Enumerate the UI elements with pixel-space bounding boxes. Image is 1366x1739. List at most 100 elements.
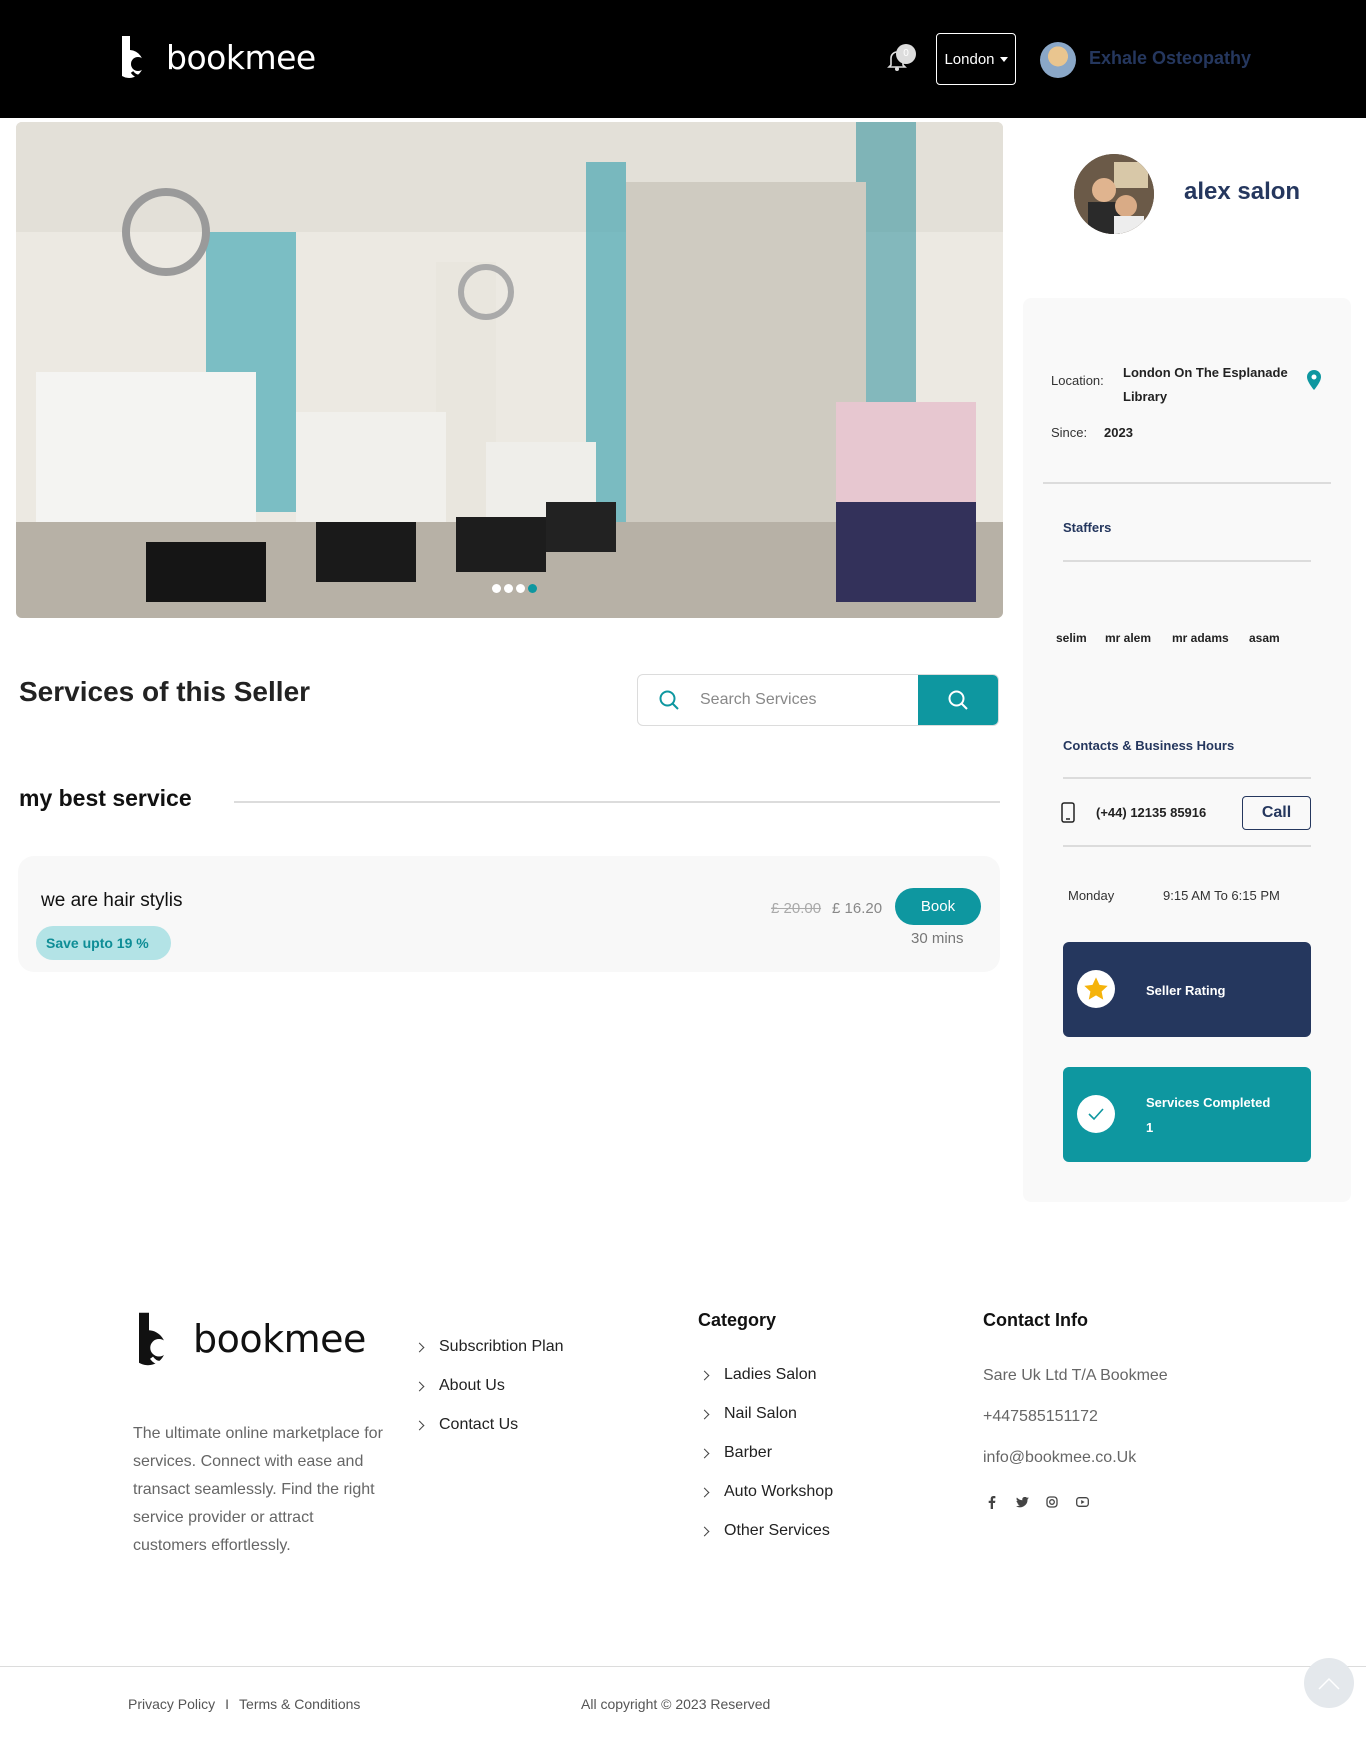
footer-link-subscription[interactable]: Subscribtion Plan — [414, 1338, 564, 1356]
search-services-input[interactable] — [700, 675, 918, 725]
services-heading: Services of this Seller — [19, 676, 311, 707]
user-name-link[interactable]: Exhale Osteopathy — [1089, 48, 1251, 69]
service-name: we are hair stylis — [41, 890, 183, 911]
instagram-icon[interactable] — [1045, 1495, 1059, 1509]
services-completed-count: 1 — [1146, 1120, 1154, 1135]
mobile-phone-icon — [1061, 802, 1075, 823]
bookmee-logo-icon — [139, 1312, 171, 1366]
category-link[interactable]: Auto Workshop — [699, 1483, 834, 1501]
staffer-name[interactable]: selim — [1056, 631, 1087, 645]
city-select[interactable]: London — [936, 33, 1016, 85]
bookmee-logo-icon — [122, 36, 148, 78]
staffer-name[interactable]: mr adams — [1172, 631, 1229, 645]
staffer-name[interactable]: asam — [1249, 631, 1280, 645]
chevron-up-icon — [1318, 1677, 1340, 1690]
contact-heading: Contact Info — [983, 1310, 1088, 1330]
seller-rating-card: Seller Rating — [1063, 942, 1311, 1037]
city-select-label: London — [944, 50, 995, 68]
footer-bookmee-logo[interactable]: bookmee — [134, 1310, 366, 1368]
salon-interior-photo — [16, 122, 1003, 618]
bookmee-wordmark: bookmee — [193, 1317, 366, 1361]
category-link[interactable]: Barber — [699, 1444, 773, 1462]
divider — [1043, 482, 1331, 484]
contact-email[interactable]: info@bookmee.co.Uk — [983, 1449, 1136, 1467]
map-pin-icon[interactable] — [1307, 370, 1321, 390]
location-line-1: London On The Esplanade — [1123, 365, 1288, 380]
twitter-icon[interactable] — [1015, 1495, 1029, 1509]
contact-phone: +447585151172 — [983, 1408, 1098, 1425]
call-button[interactable]: Call — [1242, 796, 1311, 830]
service-search — [637, 674, 999, 726]
category-link[interactable]: Nail Salon — [699, 1405, 797, 1423]
company-name: Sare Uk Ltd T/A Bookmee — [983, 1367, 1168, 1384]
footer-divider — [0, 1666, 1366, 1667]
carousel-dot[interactable] — [516, 584, 525, 593]
search-icon — [948, 690, 968, 710]
user-avatar[interactable] — [1040, 42, 1076, 78]
hours-day: Monday — [1068, 888, 1115, 903]
privacy-policy-link[interactable]: Privacy Policy — [128, 1696, 215, 1712]
category-label: Auto Workshop — [724, 1483, 834, 1500]
since-label: Since: — [1051, 425, 1088, 440]
chevron-right-icon — [699, 1448, 710, 1458]
check-icon — [1077, 1095, 1115, 1133]
category-label: Other Services — [724, 1522, 830, 1539]
bookmee-logo[interactable]: bookmee — [118, 34, 316, 80]
seller-rating-label: Seller Rating — [1146, 983, 1226, 998]
footer-link-label: Subscribtion Plan — [439, 1338, 564, 1355]
star-icon — [1077, 970, 1115, 1008]
category-heading: Category — [698, 1310, 777, 1330]
footer-link-contact[interactable]: Contact Us — [414, 1416, 518, 1434]
service-duration: 30 mins — [911, 930, 964, 947]
seller-name: alex salon — [1184, 178, 1301, 205]
discount-badge: Save upto 19 % — [36, 926, 171, 960]
terms-link[interactable]: Terms & Conditions — [239, 1696, 360, 1712]
footer-link-about[interactable]: About Us — [414, 1377, 505, 1395]
original-price: £ 20.00 — [771, 900, 822, 917]
since-value: 2023 — [1104, 425, 1133, 440]
scroll-to-top-button[interactable] — [1304, 1658, 1354, 1708]
facebook-icon[interactable] — [985, 1495, 999, 1509]
seller-phone: (+44) 12135 85916 — [1096, 805, 1207, 820]
social-links — [985, 1495, 1089, 1509]
category-label: Nail Salon — [724, 1405, 797, 1422]
location-label: Location: — [1051, 373, 1104, 388]
caret-down-icon — [999, 56, 1008, 62]
category-label: Barber — [724, 1444, 773, 1461]
discounted-price: £ 16.20 — [832, 900, 883, 917]
chevron-right-icon — [414, 1420, 425, 1430]
legal-separator: I — [225, 1696, 230, 1712]
divider — [1063, 777, 1311, 779]
staffer-name[interactable]: mr alem — [1105, 631, 1151, 645]
carousel-dots — [492, 584, 537, 593]
search-icon — [638, 675, 700, 725]
youtube-icon[interactable] — [1075, 1495, 1089, 1509]
carousel-dot[interactable] — [504, 584, 513, 593]
service-card[interactable]: we are hair stylis Save upto 19 % £ 20.0… — [18, 856, 1000, 972]
top-header: bookmee 0 London Exhale Osteopathy — [0, 0, 1366, 118]
divider — [234, 801, 1000, 803]
category-link[interactable]: Ladies Salon — [699, 1366, 817, 1384]
services-completed-label: Services Completed — [1146, 1095, 1271, 1110]
hours-time: 9:15 AM To 6:15 PM — [1163, 888, 1280, 903]
chevron-right-icon — [699, 1409, 710, 1419]
carousel-dot[interactable] — [492, 584, 501, 593]
chevron-right-icon — [414, 1342, 425, 1352]
location-value: London On The Esplanade Library — [1123, 361, 1288, 409]
book-button[interactable]: Book — [895, 888, 981, 925]
services-completed-card: Services Completed 1 — [1063, 1067, 1311, 1162]
bookmee-wordmark: bookmee — [166, 37, 316, 77]
contacts-heading: Contacts & Business Hours — [1063, 738, 1235, 753]
staffers-heading: Staffers — [1063, 520, 1112, 535]
carousel-dot-active[interactable] — [528, 584, 537, 593]
seller-avatar — [1074, 154, 1154, 234]
notification-count-badge: 0 — [896, 44, 916, 64]
category-link[interactable]: Other Services — [699, 1522, 830, 1540]
salon-hero-carousel[interactable] — [16, 122, 1003, 618]
footer-description: The ultimate online marketplace for serv… — [133, 1425, 383, 1554]
chevron-right-icon — [414, 1381, 425, 1391]
chevron-right-icon — [699, 1370, 710, 1380]
footer-link-label: About Us — [439, 1377, 505, 1394]
copyright-text: All copyright © 2023 Reserved — [581, 1696, 771, 1712]
search-button[interactable] — [918, 675, 998, 725]
